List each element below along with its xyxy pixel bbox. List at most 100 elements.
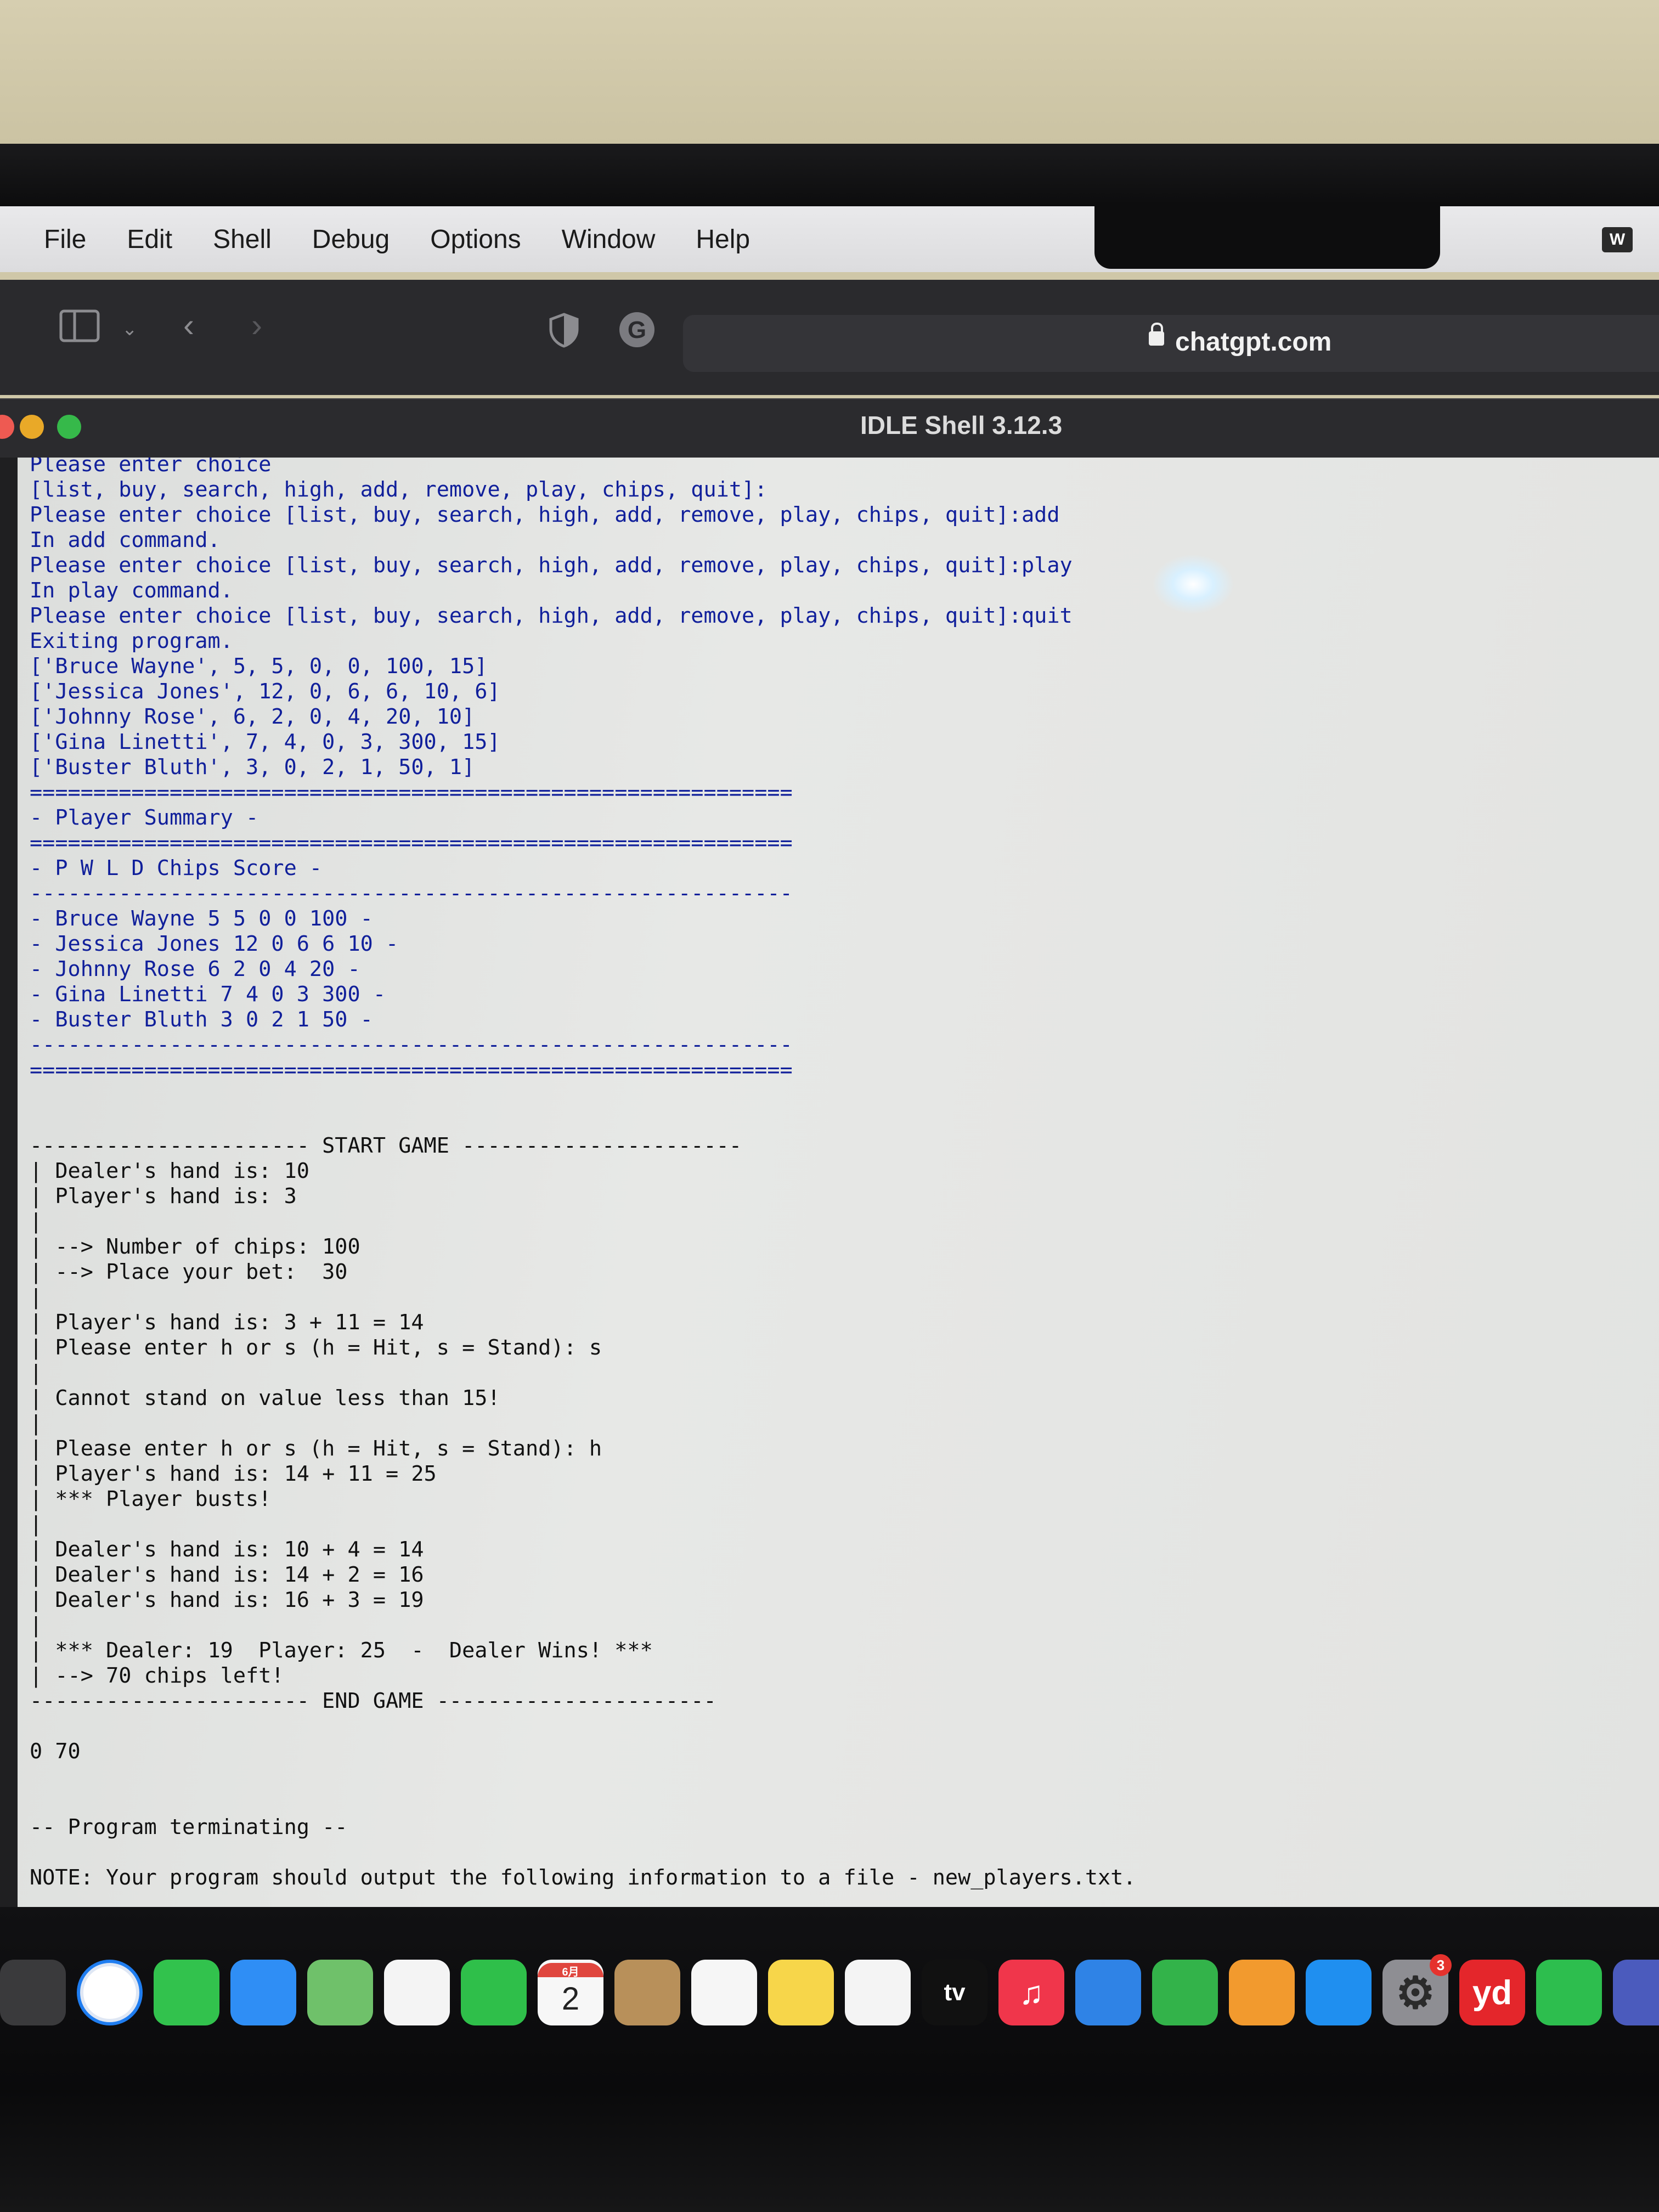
sidebar-toggle-icon[interactable] [59, 309, 100, 350]
console-line: | [30, 1361, 43, 1385]
console-line: - Jessica Jones 12 0 6 6 10 - [30, 932, 399, 956]
camera-notch [1094, 202, 1440, 269]
address-bar[interactable] [683, 315, 1659, 372]
console-line: | --> Number of chips: 100 [30, 1234, 360, 1259]
wechat-icon[interactable] [1536, 1960, 1602, 2025]
contacts-icon[interactable] [614, 1960, 680, 2025]
console-line: | Please enter h or s (h = Hit, s = Stan… [30, 1436, 602, 1461]
notes-icon[interactable] [768, 1960, 834, 2025]
mail-icon[interactable] [230, 1960, 296, 2025]
background-wall [0, 0, 1659, 144]
wps-menubar-icon[interactable]: W [1602, 227, 1633, 252]
console-line: Exiting program. [30, 629, 233, 653]
zoom-window-button[interactable] [57, 415, 81, 439]
music-note-icon: ♫ [1019, 1974, 1044, 2011]
menu-file[interactable]: File [44, 224, 86, 255]
console-line: ['Buster Bluth', 3, 0, 2, 1, 50, 1] [30, 755, 475, 780]
settings-icon[interactable]: ⚙ 3 [1383, 1954, 1452, 2025]
photos-icon[interactable] [384, 1960, 450, 2025]
console-line: - Player Summary - [30, 805, 259, 830]
freeform-icon[interactable] [845, 1960, 911, 2025]
music-icon[interactable]: ♫ [998, 1960, 1064, 2025]
console-line: -- Program terminating -- [30, 1815, 348, 1839]
idle-shell-text-area[interactable]: Please enter choice [list, buy, search, h… [18, 458, 1659, 1907]
console-line: ['Johnny Rose', 6, 2, 0, 4, 20, 10] [30, 704, 475, 729]
console-line: ========================================… [30, 780, 793, 805]
console-line: - Johnny Rose 6 2 0 4 20 - [30, 957, 360, 981]
menu-items: File Edit Shell Debug Options Window Hel… [44, 224, 750, 255]
lock-icon [1149, 323, 1164, 346]
calendar-day-label: 2 [561, 1980, 580, 2017]
console-line: | [30, 1411, 43, 1436]
forward-icon[interactable]: › [251, 306, 262, 344]
youdao-icon[interactable]: yd [1459, 1960, 1525, 2025]
launchpad-icon[interactable] [0, 1960, 66, 2025]
keynote-icon[interactable] [1075, 1960, 1141, 2025]
appstore-icon[interactable] [1306, 1960, 1372, 2025]
teams-icon[interactable] [1613, 1960, 1659, 2025]
back-icon[interactable]: ‹ [183, 306, 194, 344]
menu-window[interactable]: Window [562, 224, 656, 255]
console-line: | Player's hand is: 14 + 11 = 25 [30, 1462, 437, 1486]
calendar-icon[interactable]: 6月 2 [538, 1960, 603, 2025]
console-line: | Please enter h or s (h = Hit, s = Stan… [30, 1335, 602, 1360]
youdao-label: yd [1472, 1973, 1513, 2012]
console-line: | Dealer's hand is: 14 + 2 = 16 [30, 1562, 424, 1587]
console-line: Please enter choice [30, 458, 272, 477]
console-line: | [30, 1613, 43, 1638]
chevron-down-icon[interactable]: ⌄ [122, 318, 138, 340]
console-line: | --> Place your bet: 30 [30, 1260, 348, 1284]
console-line: ========================================… [30, 831, 793, 855]
privacy-shield-icon[interactable] [549, 313, 579, 356]
menu-debug[interactable]: Debug [312, 224, 390, 255]
console-line: ========================================… [30, 1058, 793, 1082]
console-line: - Bruce Wayne 5 5 0 0 100 - [30, 906, 373, 931]
console-line: | *** Dealer: 19 Player: 25 - Dealer Win… [30, 1638, 653, 1663]
console-line: | [30, 1209, 43, 1234]
idle-window-titlebar [0, 398, 1659, 459]
facetime-icon[interactable] [461, 1960, 527, 2025]
pages-icon[interactable] [1229, 1960, 1295, 2025]
console-line: | [30, 1512, 43, 1537]
console-line: ---------------------- START GAME ------… [30, 1133, 742, 1158]
console-line: - Buster Bluth 3 0 2 1 50 - [30, 1007, 373, 1032]
reminders-icon[interactable] [691, 1960, 757, 2025]
safari-icon[interactable] [77, 1960, 143, 2025]
numbers-icon[interactable] [1152, 1960, 1218, 2025]
minimize-window-button[interactable] [20, 415, 44, 439]
dock: 6月 2 tv ♫ ⚙ 3 yd [0, 1949, 1659, 2036]
console-line: | Dealer's hand is: 10 [30, 1159, 309, 1183]
url-text[interactable]: chatgpt.com [1175, 327, 1331, 357]
console-line: ['Jessica Jones', 12, 0, 6, 6, 10, 6] [30, 679, 500, 704]
console-line: | Dealer's hand is: 16 + 3 = 19 [30, 1588, 424, 1612]
console-line: NOTE: Your program should output the fol… [30, 1865, 1136, 1890]
console-line: | Player's hand is: 3 + 11 = 14 [30, 1310, 424, 1335]
menu-options[interactable]: Options [430, 224, 521, 255]
menu-shell[interactable]: Shell [213, 224, 272, 255]
messages-icon[interactable] [154, 1960, 219, 2025]
menu-edit[interactable]: Edit [127, 224, 172, 255]
console-line: | Dealer's hand is: 10 + 4 = 14 [30, 1537, 424, 1562]
console-line: | Player's hand is: 3 [30, 1184, 297, 1209]
console-line: | Cannot stand on value less than 15! [30, 1386, 500, 1410]
console-line: Please enter choice [list, buy, search, … [30, 503, 1060, 527]
shell-left-edge [0, 458, 18, 1907]
menu-help[interactable]: Help [696, 224, 750, 255]
console-line: 0 70 [30, 1739, 81, 1764]
console-line: [list, buy, search, high, add, remove, p… [30, 477, 768, 502]
gear-icon: ⚙ [1396, 1968, 1435, 2017]
compass-icon [80, 1963, 139, 2022]
grammarly-icon[interactable]: G [618, 311, 656, 357]
console-line: - P W L D Chips Score - [30, 856, 323, 881]
console-line: ['Bruce Wayne', 5, 5, 0, 0, 100, 15] [30, 654, 488, 679]
maps-icon[interactable] [307, 1960, 373, 2025]
appletv-icon[interactable]: tv [922, 1960, 988, 2025]
window-title: IDLE Shell 3.12.3 [860, 411, 1063, 439]
console-line: - Gina Linetti 7 4 0 3 300 - [30, 982, 386, 1007]
